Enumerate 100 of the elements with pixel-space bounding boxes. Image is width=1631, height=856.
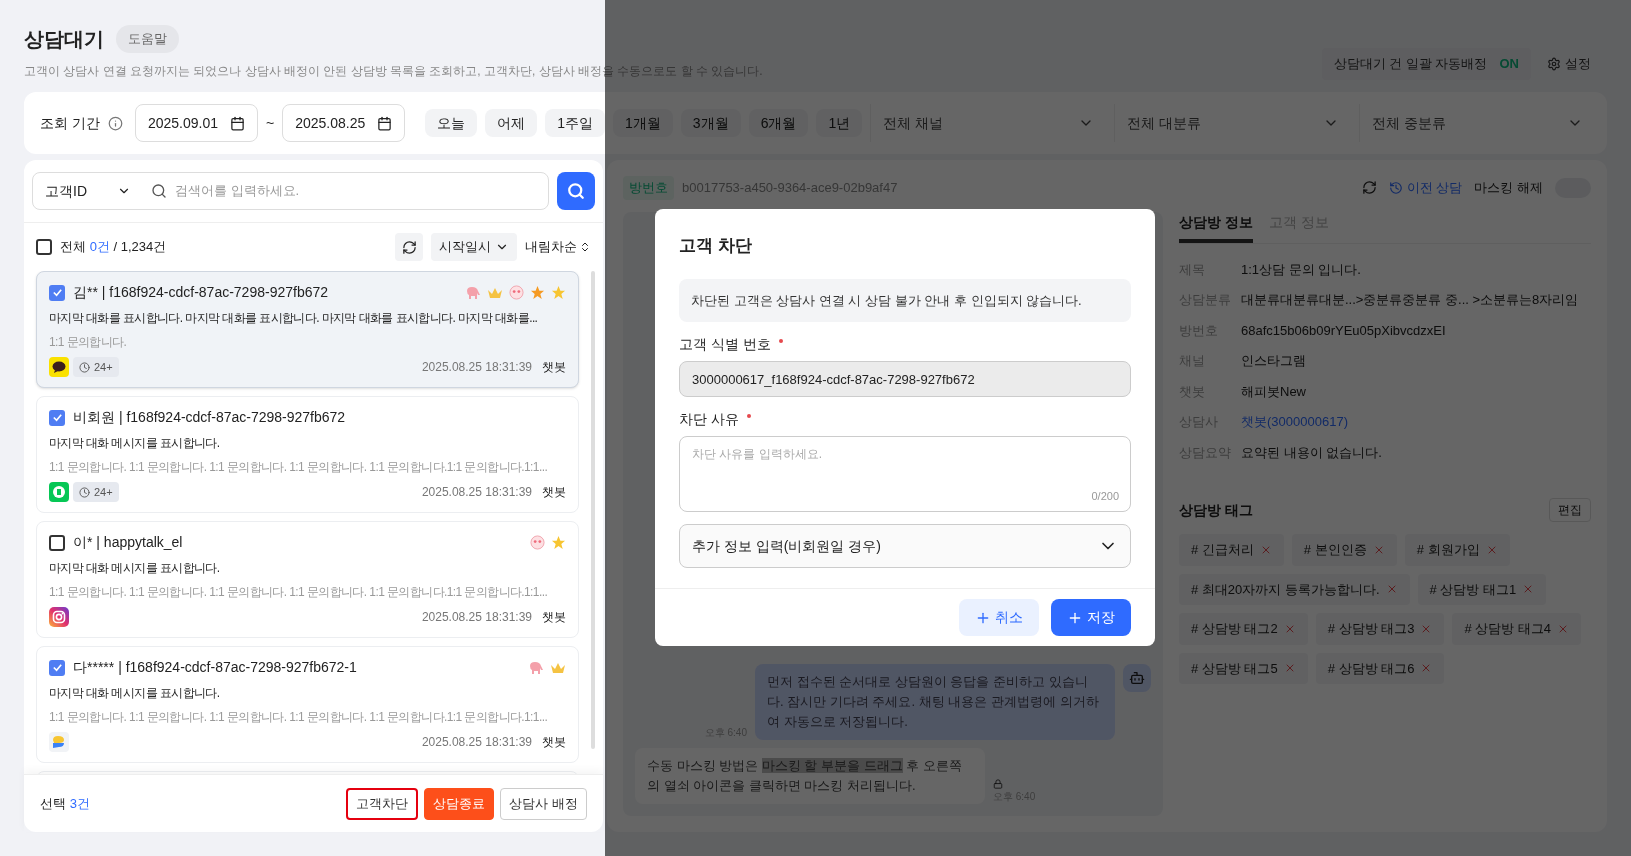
agent-name: 챗봇 bbox=[542, 734, 566, 751]
range-button[interactable]: 1주일 bbox=[545, 109, 606, 137]
chat-list-item[interactable]: 다***** | f168f924-cdcf-87ac-7298-927fb672-1 마지막 대화 메시지를 표시합니다. 1:1 문의합니다. 1:1 문의합니다. 1:1 문의합니다. 1:1 문의합니다. 1:1 문의합니다.1:1 문의합니다.1:1... 2025.08.25 18:31:39 챗봇 bbox=[36, 646, 579, 763]
customer-id-field[interactable]: 3000000617_f168f924-cdcf-87ac-7298-927fb672 bbox=[679, 361, 1131, 397]
info-value: 해피봇New bbox=[1241, 382, 1306, 401]
search-button[interactable] bbox=[557, 172, 595, 210]
filter-dropdown[interactable]: 전체 채널 bbox=[870, 104, 1107, 142]
info-value: 인스타그램 bbox=[1241, 352, 1306, 370]
checkbox[interactable] bbox=[36, 239, 52, 255]
tag: # 상담방 태그2 bbox=[1179, 613, 1308, 645]
footer-button[interactable]: 고객차단 bbox=[346, 787, 419, 820]
search-type-dropdown[interactable]: 고객ID bbox=[33, 180, 143, 202]
extra-info-accordion[interactable]: 추가 정보 입력(비회원일 경우) bbox=[679, 524, 1131, 568]
last-message: 마지막 대화 메시지를 표시합니다. bbox=[49, 560, 220, 577]
timestamp: 2025.08.25 18:31:39 bbox=[421, 484, 532, 501]
footer-button[interactable]: 상담사 배정 bbox=[500, 787, 587, 820]
inquiry-text: 1:1 문의합니다. 1:1 문의합니다. 1:1 문의합니다. 1:1 문의합니다. 1:1 문의합니다.1:1 문의합니다.1:1... bbox=[49, 709, 548, 726]
customer-name: 김** | f168f924-cdcf-87ac-7298-927fb672 bbox=[73, 283, 330, 302]
elephant-icon bbox=[465, 285, 481, 300]
save-button[interactable]: 저장 bbox=[1051, 599, 1131, 636]
range-button[interactable]: 6개월 bbox=[748, 109, 809, 137]
tag: # 상담방 태그4 bbox=[1452, 613, 1582, 645]
sort-order-button[interactable]: 내림차순 bbox=[525, 237, 591, 257]
check-icon bbox=[51, 412, 63, 423]
customer-name: 이* | happytalk_el bbox=[73, 533, 184, 552]
edit-button[interactable]: 편집 bbox=[1549, 498, 1591, 522]
checkbox[interactable] bbox=[49, 409, 65, 426]
history-button[interactable]: 이전 상담 bbox=[1388, 178, 1463, 198]
info-value: 68afc15b06b09rYEu05pXibvcdzxEI bbox=[1241, 321, 1446, 340]
masking-label: 마스킹 해제 bbox=[1474, 179, 1543, 197]
footer-button[interactable]: 상담종료 bbox=[424, 787, 495, 820]
check-icon bbox=[51, 287, 63, 298]
range-button[interactable]: 어제 bbox=[485, 109, 538, 137]
agent-link[interactable]: 챗봇(3000000617) bbox=[1241, 412, 1348, 432]
character-count: 0/200 bbox=[1091, 488, 1119, 504]
timestamp: 2025.08.25 18:31:39 bbox=[421, 359, 532, 376]
wait-time-tag: 24+ bbox=[73, 482, 119, 502]
chat-list-item[interactable]: 비회원 | f168f924-cdcf-87ac-7298-927fb672 마지막 대화 메시지를 표시합니다. 1:1 문의합니다. 1:1 문의합니다. 1:1 문의합니다. 1:1 문의합니다. 1:1 문의합니다.1:1 문의합니다.1:1... 24+ 2025.08.25 18:31:39 챗봇 bbox=[36, 396, 579, 513]
search-icon bbox=[151, 183, 167, 199]
end-date-field[interactable]: 2025.08.25 bbox=[282, 104, 406, 142]
wait-time-tag: 24+ bbox=[73, 357, 119, 377]
bot-message: 먼저 접수된 순서대로 상담원이 응답을 준비하고 있습니다. 잠시만 기다려 주세요. 채팅 내용은 관계법령에 의거하여 자동으로 저장됩니다. bbox=[755, 664, 1115, 740]
start-date-field[interactable]: 2025.09.01 bbox=[134, 104, 258, 142]
sort-icon bbox=[579, 241, 591, 253]
info-value: 요약된 내용이 없습니다. bbox=[1241, 443, 1382, 462]
calendar-icon bbox=[229, 115, 245, 131]
inquiry-text: 1:1 문의합니다. bbox=[49, 334, 127, 351]
face-icon bbox=[509, 285, 524, 300]
scrollbar[interactable] bbox=[591, 271, 595, 749]
settings-button[interactable]: 설정 bbox=[1547, 54, 1591, 74]
clock-icon bbox=[79, 486, 90, 498]
range-button[interactable]: 1년 bbox=[816, 109, 863, 137]
chat-list-item[interactable]: 이* | happytalk_el 마지막 대화 메시지를 표시합니다. 1:1 문의합니다. 1:1 문의합니다. 1:1 문의합니다. 1:1 문의합니다. 1:1 문의합니다.1:1 문의합니다.1:1... 2025.08.25 18:31:39 챗봇 bbox=[36, 521, 579, 638]
filter-dropdown[interactable]: 전체 대분류 bbox=[1114, 104, 1351, 142]
refresh-icon[interactable] bbox=[1361, 180, 1377, 196]
inquiry-text: 1:1 문의합니다. 1:1 문의합니다. 1:1 문의합니다. 1:1 문의합니다. 1:1 문의합니다.1:1 문의합니다.1:1... bbox=[49, 584, 548, 601]
robot-icon bbox=[1129, 670, 1145, 686]
tag: # 상담방 태그1 bbox=[1417, 573, 1547, 605]
sort-field-dropdown[interactable]: 시작일시 bbox=[431, 233, 517, 261]
star-icon bbox=[551, 535, 566, 550]
agent-name: 챗봇 bbox=[542, 609, 566, 626]
range-button[interactable]: 1개월 bbox=[613, 109, 673, 137]
clock-icon bbox=[79, 361, 90, 373]
tag: # 최대20자까지 등록가능합니다. bbox=[1179, 573, 1410, 605]
page-title: 상담대기 bbox=[24, 27, 104, 52]
checkbox[interactable] bbox=[49, 659, 65, 676]
cancel-button[interactable]: 취소 bbox=[959, 599, 1039, 636]
face-icon bbox=[530, 535, 545, 550]
tag: # 회원가입 bbox=[1404, 534, 1510, 566]
checkbox[interactable] bbox=[49, 534, 65, 551]
range-button[interactable]: 오늘 bbox=[425, 109, 478, 137]
timestamp: 2025.08.25 18:31:39 bbox=[421, 734, 532, 751]
search-icon bbox=[567, 182, 585, 200]
info-tab[interactable]: 상담방 정보 bbox=[1179, 211, 1253, 243]
chat-list-item[interactable]: 김** | f168f924-cdcf-87ac-7298-927fb672 마지막 대화를 표시합니다. 마지막 대화를 표시합니다. 마지막 대화를 표시합니다. 마지막 대화를... 1:1 문의합니다. 24+ 2025.08.25 18:31:39 챗봇 bbox=[36, 271, 579, 388]
filter-dropdown[interactable]: 전체 중분류 bbox=[1358, 104, 1595, 142]
tag: # 긴급처리 bbox=[1179, 534, 1284, 566]
calendar-icon bbox=[377, 115, 393, 131]
tag: # 상담방 태그5 bbox=[1179, 652, 1308, 684]
refresh-button[interactable] bbox=[395, 233, 423, 261]
search-field[interactable]: 고객ID 검색어를 입력하세요. bbox=[32, 172, 549, 210]
star-icon bbox=[551, 285, 566, 300]
elephant-icon bbox=[528, 660, 544, 675]
notice-text: 차단된 고객은 상담사 연결 시 상담 불가 안내 후 인입되지 않습니다. bbox=[679, 278, 1131, 322]
checkbox[interactable] bbox=[49, 284, 65, 301]
info-value: 대분류대분류대분...>중분류중분류 중... >소분류는8자리임 bbox=[1241, 291, 1579, 309]
last-message: 마지막 대화를 표시합니다. 마지막 대화를 표시합니다. 마지막 대화를 표시합니다. 마지막 대화를... bbox=[49, 310, 538, 327]
period-label: 조회 기간 bbox=[40, 113, 100, 133]
lock-icon[interactable] bbox=[993, 779, 1003, 789]
field-label: 고객 식별 번호 bbox=[679, 334, 1131, 355]
last-message: 마지막 대화 메시지를 표시합니다. bbox=[49, 685, 220, 702]
info-icon bbox=[107, 115, 123, 131]
date-separator: ~ bbox=[265, 113, 275, 133]
inquiry-text: 1:1 문의합니다. 1:1 문의합니다. 1:1 문의합니다. 1:1 문의합니다. 1:1 문의합니다.1:1 문의합니다.1:1... bbox=[49, 459, 548, 476]
help-button[interactable]: 도움말 bbox=[116, 25, 179, 53]
tags-title: 상담방 태그 bbox=[1179, 500, 1253, 520]
range-button[interactable]: 3개월 bbox=[680, 109, 741, 137]
tag: # 상담방 태그3 bbox=[1315, 613, 1445, 645]
tag: # 본인인증 bbox=[1291, 534, 1397, 566]
chat-bubble-icon bbox=[49, 482, 69, 502]
